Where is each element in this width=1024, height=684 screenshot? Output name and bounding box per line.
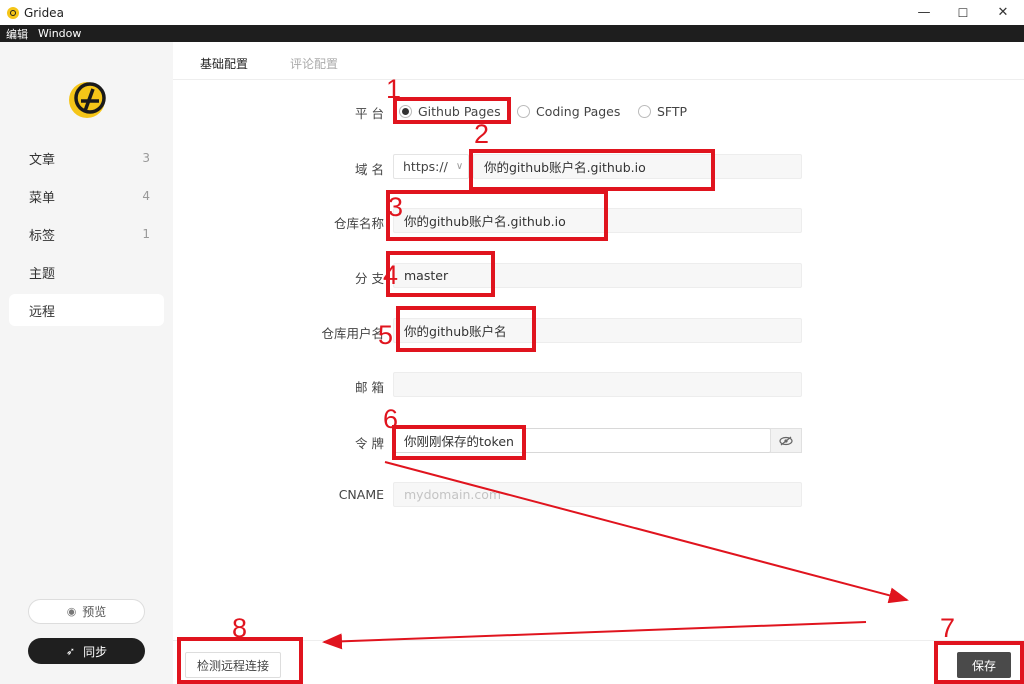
radio-github-pages[interactable]: Github Pages: [399, 104, 501, 119]
token-label: 令 牌: [355, 436, 384, 451]
maximize-button[interactable]: ☐: [943, 0, 983, 25]
chevron-down-icon: ∨: [455, 161, 464, 172]
sidebar-item-remote[interactable]: 远程: [9, 294, 164, 326]
window-title: Gridea: [24, 5, 64, 20]
radio-label: Coding Pages: [536, 104, 621, 119]
footer-bar: [173, 640, 1024, 684]
email-input[interactable]: [393, 372, 802, 397]
save-button[interactable]: 保存: [957, 652, 1011, 678]
title-bar: Gridea — ☐ ✕: [0, 0, 1024, 25]
sidebar-item-count: 1: [142, 227, 150, 241]
repo-input[interactable]: 你的github账户名.github.io: [393, 208, 802, 233]
domain-input[interactable]: 你的github账户名.github.io: [473, 154, 802, 179]
annotation-number-8: 8: [232, 613, 248, 643]
sidebar-item-label: 文章: [29, 152, 56, 168]
cname-label: CNAME: [338, 487, 384, 502]
radio-unchecked-icon: [638, 105, 651, 118]
sidebar: 文章 3 菜单 4 标签 1 主题 远程 ◉ 预览 ➶ 同步: [0, 42, 173, 684]
platform-label: 平 台: [355, 106, 384, 121]
radio-checked-icon: [399, 105, 412, 118]
repo-label: 仓库名称: [333, 216, 384, 231]
annotation-number-5: 5: [378, 320, 394, 350]
annotation-number-4: 4: [383, 260, 399, 290]
sidebar-item-menus[interactable]: 菜单 4: [9, 180, 164, 212]
settings-tabs: 基础配置 评论配置: [173, 42, 1024, 80]
sidebar-item-label: 主题: [29, 266, 56, 282]
annotation-number-2: 2: [474, 119, 490, 149]
radio-sftp[interactable]: SFTP: [638, 104, 687, 119]
preview-button[interactable]: ◉ 预览: [28, 599, 145, 624]
preview-label: 预览: [82, 605, 107, 619]
annotation-number-3: 3: [388, 192, 404, 222]
app-logo-icon: [7, 6, 19, 19]
radio-label: SFTP: [657, 104, 688, 119]
sync-button[interactable]: ➶ 同步: [28, 638, 145, 664]
radio-unchecked-icon: [517, 105, 530, 118]
check-connection-button[interactable]: 检测远程连接: [185, 652, 281, 678]
minimize-button[interactable]: —: [904, 0, 944, 25]
protocol-value: https://: [403, 159, 448, 174]
sidebar-item-label: 菜单: [29, 190, 56, 206]
sidebar-item-count: 3: [142, 151, 150, 165]
menu-bar: 编辑 Window: [0, 25, 1024, 42]
eye-icon: ◉: [66, 605, 77, 618]
sync-label: 同步: [83, 644, 108, 659]
email-label: 邮 箱: [355, 380, 384, 395]
eye-off-icon: [779, 436, 793, 445]
repo-user-input[interactable]: 你的github账户名: [393, 318, 802, 343]
branch-label: 分 支: [355, 271, 384, 286]
sidebar-item-themes[interactable]: 主题: [9, 256, 164, 288]
domain-label: 域 名: [355, 162, 384, 177]
cname-input[interactable]: mydomain.com: [393, 482, 802, 507]
annotation-number-1: 1: [386, 74, 402, 104]
sidebar-item-count: 4: [142, 189, 150, 203]
sidebar-item-articles[interactable]: 文章 3: [9, 142, 164, 174]
toggle-visibility-button[interactable]: [770, 428, 802, 453]
arrow-to-check: [322, 621, 867, 650]
tab-basic-config[interactable]: 基础配置: [200, 55, 248, 72]
branch-input[interactable]: master: [393, 263, 802, 288]
tab-comment-config[interactable]: 评论配置: [290, 55, 338, 72]
rocket-icon: ➶: [65, 644, 76, 658]
gridea-logo-icon: [69, 82, 106, 118]
protocol-select[interactable]: https:// ∨: [393, 154, 469, 179]
annotation-number-7: 7: [940, 613, 956, 643]
repo-user-label: 仓库用户名: [321, 326, 384, 341]
sidebar-item-label: 远程: [29, 304, 56, 320]
radio-label: Github Pages: [418, 104, 501, 119]
token-input[interactable]: 你刚刚保存的token: [393, 428, 771, 453]
menu-window[interactable]: Window: [38, 27, 81, 40]
sidebar-item-tags[interactable]: 标签 1: [9, 218, 164, 250]
menu-edit[interactable]: 编辑: [6, 26, 28, 42]
close-button[interactable]: ✕: [983, 0, 1023, 25]
sidebar-item-label: 标签: [29, 228, 56, 244]
radio-coding-pages[interactable]: Coding Pages: [517, 104, 620, 119]
annotation-number-6: 6: [383, 404, 399, 434]
